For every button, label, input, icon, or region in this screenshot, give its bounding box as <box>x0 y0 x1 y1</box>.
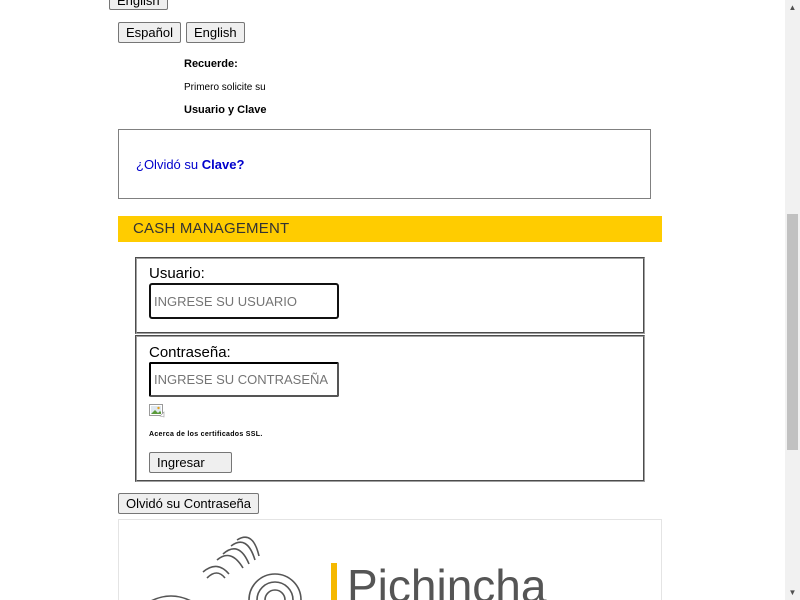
forgot-key-bold: Clave? <box>201 157 245 172</box>
logo-box: Pichincha <box>118 519 662 600</box>
section-title: CASH MANAGEMENT <box>133 220 290 237</box>
reminder-line-1: Primero solicite su <box>184 82 266 93</box>
scrollbar-thumb[interactable] <box>787 214 798 450</box>
vertical-scrollbar[interactable]: ▲ ▼ <box>785 0 800 600</box>
login-button[interactable]: Ingresar <box>149 452 232 473</box>
logo-bar <box>331 563 337 600</box>
forgot-key-box: ¿Olvidó su Clave? <box>118 129 651 199</box>
reminder-line-2: Usuario y Clave <box>184 104 267 116</box>
signal-waves-icon <box>202 536 260 579</box>
user-input[interactable] <box>149 283 339 319</box>
pichincha-logo: Pichincha <box>151 536 547 600</box>
broken-image-icon[interactable] <box>149 404 165 418</box>
cash-management-header: CASH MANAGEMENT <box>118 216 662 242</box>
user-fieldset: Usuario: <box>135 257 645 334</box>
user-label: Usuario: <box>149 265 205 282</box>
english-button-top[interactable]: English <box>109 0 168 10</box>
forgot-key-link[interactable]: ¿Olvidó su Clave? <box>136 157 244 172</box>
scroll-down-icon[interactable]: ▼ <box>785 585 800 600</box>
reminder-title: Recuerde: <box>184 58 238 70</box>
spanish-button[interactable]: Español <box>118 22 181 43</box>
page: English Español English Recuerde: Primer… <box>0 0 800 600</box>
scroll-up-icon[interactable]: ▲ <box>785 0 800 15</box>
forgot-key-prefix: ¿Olvidó su <box>136 157 202 172</box>
logo-text: Pichincha <box>347 560 547 600</box>
password-input[interactable] <box>149 362 339 397</box>
english-button[interactable]: English <box>186 22 245 43</box>
password-label: Contraseña: <box>149 344 231 361</box>
forgot-password-button[interactable]: Olvidó su Contraseña <box>118 493 260 514</box>
ssl-certificate-note[interactable]: Acerca de los certificados SSL. <box>149 431 263 438</box>
password-fieldset: Contraseña: Acerca de los certificados S… <box>135 335 645 482</box>
